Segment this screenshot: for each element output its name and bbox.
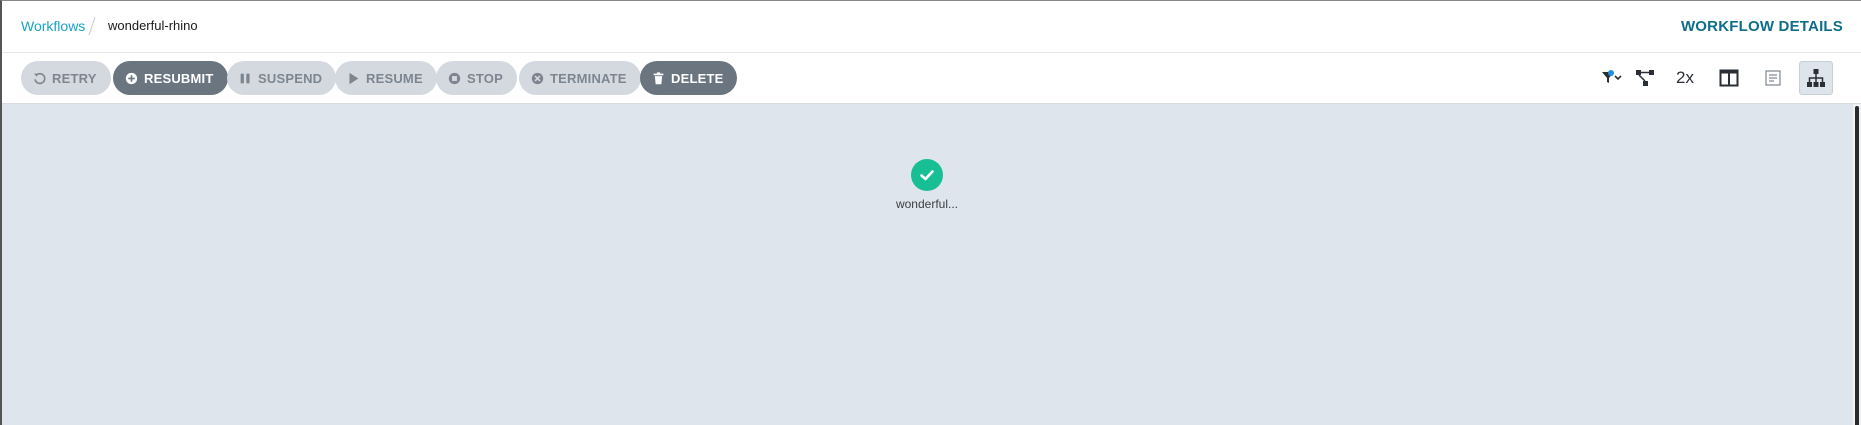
stop-label: STOP xyxy=(467,70,503,86)
resume-button[interactable]: RESUME xyxy=(335,61,437,95)
plus-circle-icon xyxy=(125,72,138,84)
split-view-icon xyxy=(1719,69,1739,87)
tree-view-icon xyxy=(1807,69,1825,87)
graph-icon xyxy=(1636,70,1654,86)
action-toolbar: RETRY RESUBMIT SUSPEND RESUME STOP TERMI… xyxy=(2,53,1861,104)
terminate-button[interactable]: TERMINATE xyxy=(519,61,641,95)
tree-view-button[interactable] xyxy=(1799,61,1833,95)
trash-icon xyxy=(653,71,664,84)
app-frame: Workflows wonderful-rhino WORKFLOW DETAI… xyxy=(0,0,1861,425)
breadcrumb-current: wonderful-rhino xyxy=(108,18,198,33)
scrollbar-thumb[interactable] xyxy=(1855,106,1859,425)
pause-icon xyxy=(240,73,250,83)
list-view-icon xyxy=(1765,70,1781,86)
suspend-label: SUSPEND xyxy=(258,70,323,86)
node-label: wonderful... xyxy=(895,197,959,211)
graph-layout-button[interactable] xyxy=(1628,61,1662,95)
x-circle-icon xyxy=(531,72,544,84)
resume-label: RESUME xyxy=(366,70,423,86)
resubmit-button[interactable]: RESUBMIT xyxy=(113,61,228,95)
breadcrumb-separator xyxy=(88,16,96,36)
stop-button[interactable]: STOP xyxy=(436,61,517,95)
retry-label: RETRY xyxy=(52,70,97,86)
terminate-label: TERMINATE xyxy=(550,70,627,86)
stop-circle-icon xyxy=(448,72,461,84)
vertical-scrollbar[interactable] xyxy=(1853,104,1861,425)
suspend-button[interactable]: SUSPEND xyxy=(227,61,337,95)
zoom-level: 2x xyxy=(1676,68,1694,87)
filter-dropdown[interactable] xyxy=(1594,61,1628,95)
delete-label: DELETE xyxy=(671,70,724,86)
delete-button[interactable]: DELETE xyxy=(640,61,738,95)
checkmark-icon xyxy=(920,170,934,181)
retry-icon xyxy=(33,72,46,84)
zoom-toggle[interactable]: 2x xyxy=(1668,61,1702,95)
list-view-button[interactable] xyxy=(1756,61,1790,95)
graph-node[interactable]: wonderful... xyxy=(892,159,962,211)
retry-button[interactable]: RETRY xyxy=(21,61,111,95)
play-icon xyxy=(349,72,359,84)
split-view-button[interactable] xyxy=(1712,61,1746,95)
workflow-graph-canvas[interactable]: wonderful... xyxy=(2,104,1861,425)
resubmit-label: RESUBMIT xyxy=(144,70,214,86)
filter-icon xyxy=(1602,70,1622,83)
workflow-details-link[interactable]: WORKFLOW DETAILS xyxy=(1681,18,1843,35)
breadcrumb-workflows-link[interactable]: Workflows xyxy=(21,18,85,34)
page-header: Workflows wonderful-rhino WORKFLOW DETAI… xyxy=(2,1,1861,53)
node-status-circle xyxy=(911,159,943,191)
